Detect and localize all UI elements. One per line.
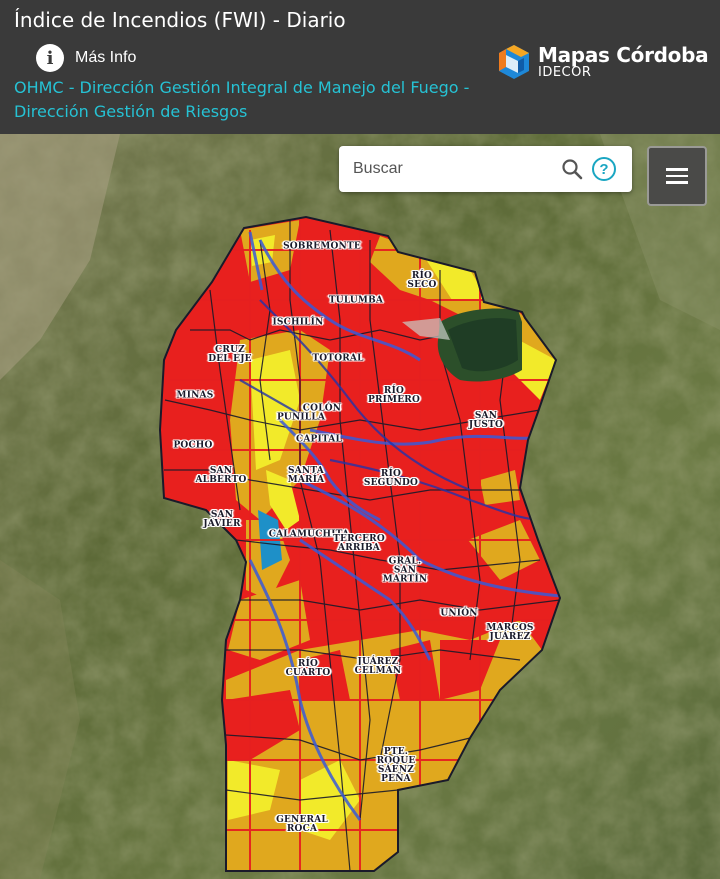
dept-label-san-justo[interactable]: SAN JUSTO xyxy=(469,412,503,430)
search-input[interactable] xyxy=(339,146,549,192)
brand-name: Mapas Córdoba xyxy=(538,43,709,67)
menu-button[interactable] xyxy=(647,146,707,206)
menu-icon-bar xyxy=(666,168,688,171)
search-box: ? xyxy=(339,146,632,192)
data-source-credit: OHMC - Dirección Gestión Integral de Man… xyxy=(14,78,470,121)
dept-label-ischilin[interactable]: ISCHILÍN xyxy=(273,318,324,328)
dept-label-pocho[interactable]: POCHO xyxy=(173,441,212,451)
dept-label-general-roca[interactable]: GENERAL ROCA xyxy=(276,816,328,834)
dept-label-rio-segundo[interactable]: RÍO SEGUNDO xyxy=(364,470,418,488)
dept-label-minas[interactable]: MINAS xyxy=(177,391,214,401)
brand-subtitle: IDECOR xyxy=(538,65,592,80)
dept-label-union[interactable]: UNIÓN xyxy=(440,609,477,619)
dept-label-marcos-juarez[interactable]: MARCOS JUÁREZ xyxy=(486,624,533,642)
info-icon[interactable]: i xyxy=(36,44,64,72)
dept-label-punilla[interactable]: PUNILLA xyxy=(277,413,325,423)
more-info-label[interactable]: Más Info xyxy=(75,49,136,67)
menu-icon-bar xyxy=(666,174,688,178)
dept-label-juarez-celman[interactable]: JUÁREZ CELMAN xyxy=(355,658,402,676)
dept-label-sobremonte[interactable]: SOBREMONTE xyxy=(283,242,361,252)
dept-label-san-javier[interactable]: SAN JAVIER xyxy=(203,511,240,529)
more-info-button[interactable]: i Más Info xyxy=(36,44,136,72)
dept-label-rio-cuarto[interactable]: RÍO CUARTO xyxy=(286,660,331,678)
help-icon[interactable]: ? xyxy=(592,157,616,181)
header-bar: Índice de Incendios (FWI) - Diario i Más… xyxy=(0,0,720,134)
search-icon[interactable] xyxy=(560,157,584,181)
brand-logo: Mapas Córdoba IDECOR xyxy=(494,42,709,82)
mapas-cordoba-logo-icon xyxy=(499,45,529,79)
dept-label-totoral[interactable]: TOTORAL xyxy=(312,354,363,364)
map-canvas[interactable]: SOBREMONTE RÍO SECO TULUMBA ISCHILÍN CRU… xyxy=(0,134,720,879)
dept-label-cruz-del-eje[interactable]: CRUZ DEL EJE xyxy=(208,346,252,364)
page-title: Índice de Incendios (FWI) - Diario xyxy=(14,8,346,32)
dept-label-san-alberto[interactable]: SAN ALBERTO xyxy=(195,467,246,485)
dept-label-tulumba[interactable]: TULUMBA xyxy=(329,296,383,306)
dept-label-tercero-arriba[interactable]: TERCERO ARRIBA xyxy=(333,535,385,553)
dept-label-rio-primero[interactable]: RÍO PRIMERO xyxy=(368,387,420,405)
dept-label-rio-seco[interactable]: RÍO SECO xyxy=(407,272,436,290)
dept-label-santa-maria[interactable]: SANTA MARÍA xyxy=(288,467,325,485)
dept-label-capital[interactable]: CAPITAL xyxy=(296,435,342,445)
menu-icon-bar xyxy=(666,181,688,184)
dept-label-gral-san-martin[interactable]: GRAL. SAN MARTÍN xyxy=(383,557,428,585)
dept-label-pte-roque-saenz-pena[interactable]: PTE. ROQUE SÁENZ PEÑA xyxy=(377,748,416,784)
